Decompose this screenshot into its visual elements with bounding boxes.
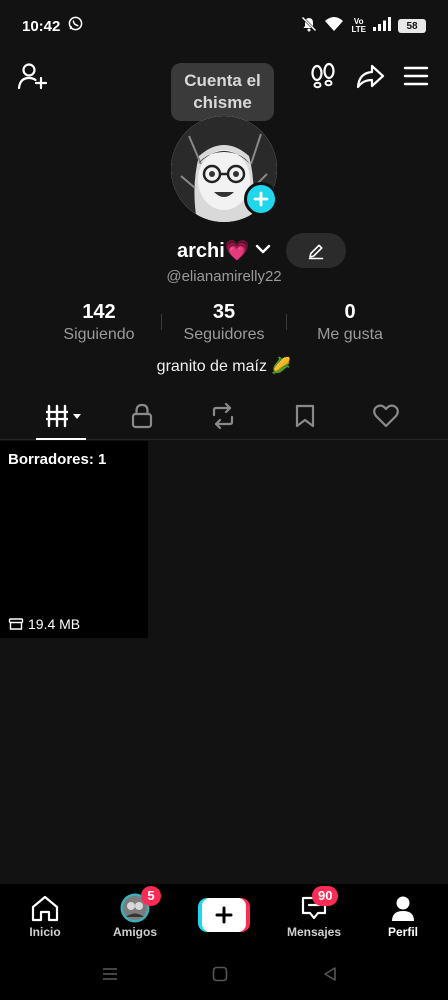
nav-home[interactable]: Inicio	[5, 892, 85, 939]
recent-apps-icon[interactable]	[98, 962, 122, 986]
drafts-size-value: 19.4 MB	[28, 616, 81, 632]
battery-icon: 58	[398, 19, 426, 33]
pencil-icon	[308, 244, 324, 259]
videos-grid-icon	[46, 404, 81, 428]
add-avatar-button[interactable]	[244, 182, 278, 216]
drafts-label: Borradores: 1	[8, 451, 107, 468]
content-tabs	[0, 394, 448, 440]
profile-name[interactable]: archi💗	[177, 238, 250, 263]
status-bar: 10:42 Vo LTE 58	[0, 0, 448, 52]
home-icon	[5, 892, 85, 924]
stat-value: 35	[212, 301, 236, 323]
chevron-down-icon[interactable]	[254, 240, 272, 263]
nav-friends[interactable]: 5 Amigos	[95, 886, 175, 939]
add-user-icon[interactable]	[16, 60, 48, 92]
menu-icon[interactable]	[400, 60, 432, 92]
nav-label: Amigos	[112, 925, 157, 939]
nav-label: Perfil	[387, 925, 418, 939]
tab-favorites[interactable]	[285, 400, 325, 432]
nav-label: Inicio	[29, 925, 61, 939]
stat-label: Me gusta	[317, 326, 383, 343]
stat-value: 142	[82, 301, 116, 323]
divider	[161, 314, 162, 330]
footprints-icon[interactable]	[307, 60, 339, 92]
nav-messages[interactable]: 90 Mensajes	[274, 886, 354, 939]
edit-profile-button[interactable]	[286, 233, 346, 268]
home-button-icon[interactable]	[208, 962, 232, 986]
back-icon[interactable]	[318, 962, 342, 986]
wifi-icon	[324, 16, 344, 37]
whatsapp-icon	[68, 16, 83, 36]
bookmark-icon	[295, 404, 315, 428]
profile-icon	[363, 892, 443, 924]
lock-icon	[131, 403, 153, 429]
share-icon[interactable]	[354, 60, 386, 92]
messages-badge: 90	[312, 886, 339, 906]
status-time: 10:42	[22, 17, 61, 35]
profile-handle: @elianamirelly22	[166, 268, 282, 285]
stat-likes[interactable]: 0 Me gusta	[298, 300, 402, 346]
drafts-tile[interactable]: Borradores: 1 19.4 MB	[0, 441, 148, 638]
profile-bio: granito de maíz 🌽	[156, 358, 292, 375]
stat-label: Siguiendo	[63, 326, 135, 343]
tooltip-line-2: chisme	[193, 93, 252, 112]
create-button[interactable]	[198, 898, 250, 932]
profile-tooltip[interactable]: Cuenta el chisme	[171, 63, 274, 121]
mute-icon	[301, 16, 317, 37]
bottom-nav: Inicio 5 Amigos 90 Mensajes Perfil	[0, 884, 448, 948]
tab-private[interactable]	[122, 400, 162, 432]
name-row: archi💗	[0, 233, 448, 268]
tooltip-line-1: Cuenta el	[184, 71, 261, 90]
tab-reposts[interactable]	[203, 400, 243, 432]
divider	[286, 314, 287, 330]
plus-icon	[215, 906, 233, 924]
nav-profile[interactable]: Perfil	[363, 892, 443, 939]
stat-followers[interactable]: 35 Seguidores	[172, 300, 276, 346]
stat-label: Seguidores	[183, 326, 265, 343]
tab-videos[interactable]	[41, 400, 85, 432]
nav-label: Mensajes	[286, 925, 342, 939]
system-nav-bar	[0, 948, 448, 1000]
active-tab-indicator	[36, 438, 86, 440]
storage-icon	[8, 618, 24, 630]
stat-following[interactable]: 142 Siguiendo	[49, 300, 149, 346]
friends-badge: 5	[141, 886, 161, 906]
repost-icon	[212, 403, 234, 429]
plus-icon	[253, 191, 269, 207]
volte-indicator: Vo LTE	[351, 17, 366, 34]
profile-stats: 142 Siguiendo 35 Seguidores 0 Me gusta	[0, 300, 448, 350]
signal-icon	[373, 16, 391, 36]
tab-liked[interactable]	[366, 400, 406, 432]
heart-icon	[373, 404, 399, 428]
stat-value: 0	[344, 301, 356, 323]
drafts-size: 19.4 MB	[8, 616, 80, 632]
